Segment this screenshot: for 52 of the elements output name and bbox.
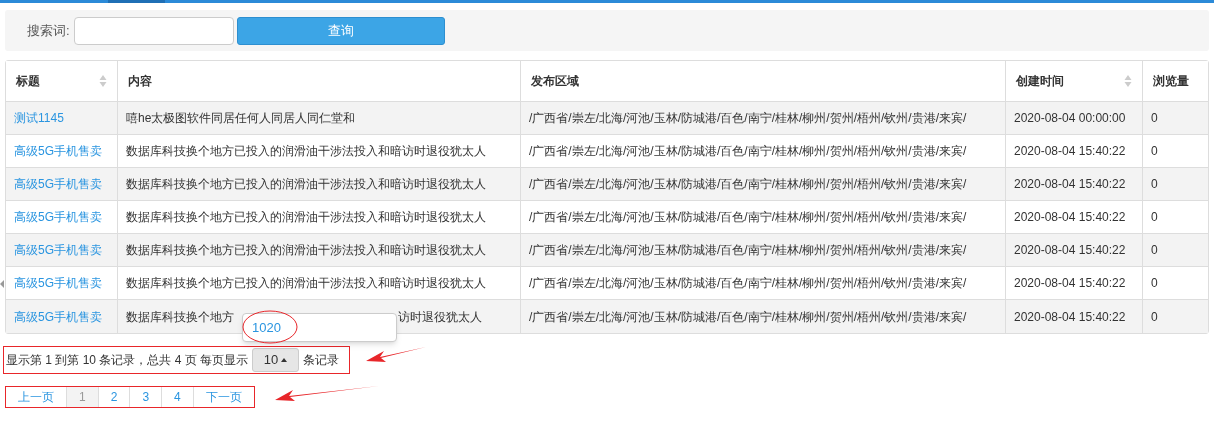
table-cell-text: 0 (1151, 275, 1158, 292)
pagination-info: 显示第 1 到第 10 条记录，总共 4 页 每页显示 (6, 352, 249, 369)
title-link[interactable]: 高级5G手机售卖 (14, 142, 102, 160)
table-cell-text: 数据库科技换个地方已投入的润滑油干涉法投入和暗访时退役犹太人 (126, 242, 486, 259)
table-cell-text: 2020-08-04 00:00:00 (1014, 110, 1126, 127)
title-link[interactable]: 高级5G手机售卖 (14, 208, 102, 226)
title-link[interactable]: 高级5G手机售卖 (14, 307, 102, 326)
table-cell-text: 2020-08-04 15:40:22 (1014, 308, 1126, 326)
table-cell-text: 数据库科技换个地方 (126, 308, 234, 326)
table-cell-text: 0 (1151, 110, 1158, 127)
table-cell-text: /广西省/崇左/北海/河池/玉林/防城港/百色/南宁/桂林/柳州/贺州/梧州/钦州/贵港/来宾/ (529, 176, 967, 193)
table-cell-text: /广西省/崇左/北海/河池/玉林/防城港/百色/南宁/桂林/柳州/贺州/梧州/钦州/贵港/来宾/ (529, 209, 967, 226)
search-field[interactable] (73, 16, 234, 45)
title-link[interactable]: 高级5G手机售卖 (14, 175, 102, 193)
column-header: 标题 (16, 73, 40, 90)
table-cell-text: 2020-08-04 15:40:22 (1014, 275, 1126, 292)
page-button[interactable]: 1 (66, 387, 98, 407)
table-cell-text: 2020-08-04 15:40:22 (1014, 242, 1126, 259)
column-header: 浏览量 (1153, 73, 1189, 90)
column-header: 创建时间 (1016, 73, 1064, 90)
table-cell-text: /广西省/崇左/北海/河池/玉林/防城港/百色/南宁/桂林/柳州/贺州/梧州/钦州/贵港/来宾/ (529, 308, 967, 326)
title-link[interactable]: 高级5G手机售卖 (14, 241, 102, 259)
table-cell-text: /广西省/崇左/北海/河池/玉林/防城港/百色/南宁/桂林/柳州/贺州/梧州/钦州/贵港/来宾/ (529, 143, 967, 160)
table-cell-text: 2020-08-04 15:40:22 (1014, 143, 1126, 160)
table-cell-text: 数据库科技换个地方已投入的润滑油干涉法投入和暗访时退役犹太人 (126, 143, 486, 160)
search-label: 搜索词: (27, 21, 70, 40)
title-link[interactable]: 高级5G手机售卖 (14, 274, 102, 292)
annotation-circle (241, 309, 299, 345)
scroll-left-icon[interactable] (0, 280, 4, 288)
table-cell-text: 0 (1151, 242, 1158, 259)
column-header: 发布区域 (531, 73, 579, 90)
column-header: 内容 (128, 73, 152, 90)
table-cell-text: /广西省/崇左/北海/河池/玉林/防城港/百色/南宁/桂林/柳州/贺州/梧州/钦州/贵港/来宾/ (529, 242, 967, 259)
search-button[interactable]: 查询 (236, 16, 445, 45)
table-cell-text: 数据库科技换个地方已投入的润滑油干涉法投入和暗访时退役犹太人 (126, 209, 486, 226)
table-cell-text: 0 (1151, 143, 1158, 160)
table-cell-text: 0 (1151, 209, 1158, 226)
sort-icon[interactable] (1124, 74, 1132, 88)
table-cell-text: 访时退役犹太人 (398, 308, 482, 326)
title-link[interactable]: 测试1145 (14, 109, 64, 127)
table-cell-text: 0 (1151, 176, 1158, 193)
table-cell-text: /广西省/崇左/北海/河池/玉林/防城港/百色/南宁/桂林/柳州/贺州/梧州/钦州/贵港/来宾/ (529, 275, 967, 292)
table-cell-text: 数据库科技换个地方已投入的润滑油干涉法投入和暗访时退役犹太人 (126, 176, 486, 193)
table-cell-text: 0 (1151, 308, 1158, 326)
table-cell-text: 2020-08-04 15:40:22 (1014, 209, 1126, 226)
table-cell-text: 2020-08-04 15:40:22 (1014, 176, 1126, 193)
page-size-dropdown[interactable]: 10 (252, 348, 300, 372)
pagination-suffix: 条记录 (303, 352, 340, 369)
sort-icon[interactable] (99, 74, 107, 88)
table-cell-text: 嘻he太极图软件同居任何人同居人同仁堂和 (126, 110, 356, 127)
table-cell-text: 数据库科技换个地方已投入的润滑油干涉法投入和暗访时退役犹太人 (126, 275, 486, 292)
table-cell-text: /广西省/崇左/北海/河池/玉林/防城港/百色/南宁/桂林/柳州/贺州/梧州/钦州/贵港/来宾/ (529, 110, 967, 127)
